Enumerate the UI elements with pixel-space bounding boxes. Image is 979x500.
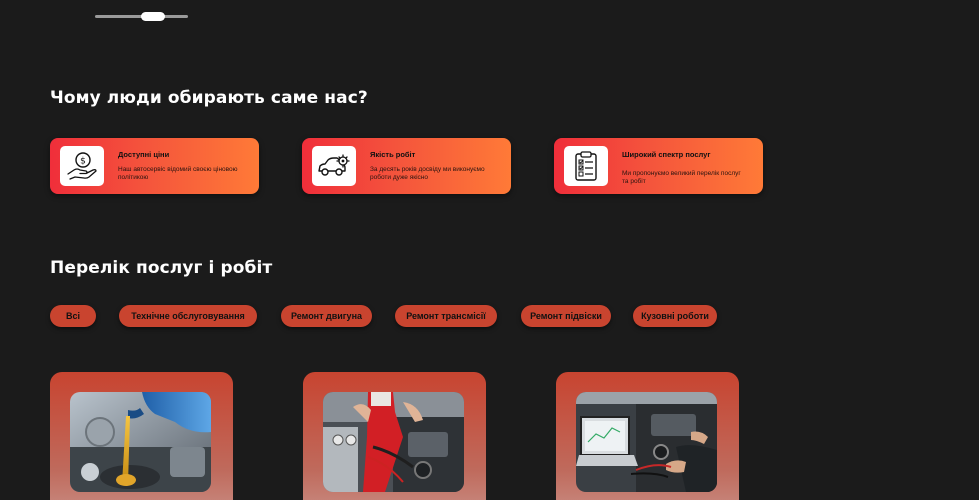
feature-title: Широкий спектр послуг <box>622 150 711 159</box>
price-hand-icon: $ <box>60 146 104 186</box>
filter-transmission-repair[interactable]: Ремонт трансмісії <box>395 305 497 327</box>
mechanic-engine-photo <box>323 392 464 492</box>
clipboard-checklist-icon <box>564 146 608 186</box>
service-card[interactable] <box>50 372 233 500</box>
slider-thumb[interactable] <box>141 12 165 21</box>
filter-suspension-repair[interactable]: Ремонт підвіски <box>521 305 611 327</box>
service-card[interactable] <box>303 372 486 500</box>
filter-engine-repair[interactable]: Ремонт двигуна <box>281 305 372 327</box>
feature-description: Ми пропонуємо великий перелік послуг та … <box>622 170 741 185</box>
service-card[interactable] <box>556 372 739 500</box>
car-gear-icon <box>312 146 356 186</box>
feature-description: За десять років досвіду ми виконуємо роб… <box>370 166 485 181</box>
filter-all[interactable]: Всі <box>50 305 96 327</box>
filter-body-work[interactable]: Кузовні роботи <box>633 305 717 327</box>
car-diagnostics-photo <box>576 392 717 492</box>
feature-card-services: Широкий спектр послуг Ми пропонуємо вели… <box>554 138 763 194</box>
filter-maintenance[interactable]: Технічне обслуговування <box>119 305 257 327</box>
services-heading: Перелік послуг і робіт <box>50 258 273 278</box>
feature-card-prices: $ Доступні ціни Наш автосервіс відомий с… <box>50 138 259 194</box>
feature-description: Наш автосервіс відомий своєю ціновою пол… <box>118 166 238 181</box>
oil-pouring-photo <box>70 392 211 492</box>
why-us-heading: Чому люди обирають саме нас? <box>50 88 368 108</box>
svg-text:$: $ <box>80 157 86 167</box>
feature-title: Доступні ціни <box>118 150 170 159</box>
feature-card-quality: Якість робіт За десять років досвіду ми … <box>302 138 511 194</box>
feature-title: Якість робіт <box>370 150 416 159</box>
